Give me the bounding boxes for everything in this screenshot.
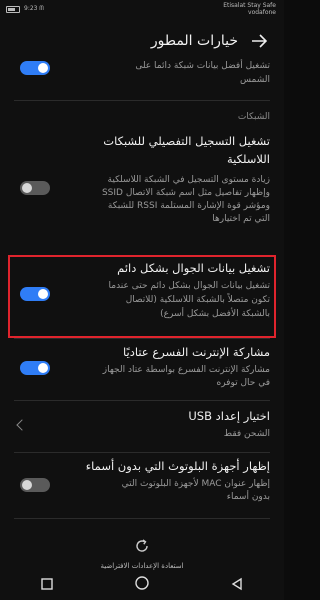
divider [14,100,270,101]
row-top-partial[interactable]: تشغيل أفضل بيانات شبكة دائما على الشمس [0,60,284,100]
status-bar: 9:23 ᗰ Etisalat Stay Safe vodafone [0,0,284,22]
row-top-partial-title-2: الشمس [240,75,270,85]
tethering-title: مشاركة الإنترنت الفسرع عتاديًا [123,345,270,359]
page-header: خيارات المطور [0,22,284,60]
recents-square-icon[interactable] [40,576,54,595]
usb-config-desc: الشحن فقط [223,429,270,439]
restore-defaults-label: استعادة الإعدادات الافتراضية [100,562,184,570]
home-circle-icon[interactable] [134,575,150,595]
wireless-logging-desc-1: زيادة مستوى التسجيل في الشبكة اللاسلكية [107,175,270,185]
tethering-desc-1: مشاركة الإنترنت الفسرع بواسطة عتاد الجها… [102,365,270,375]
mobile-data-desc-3: بالشبكة الأفضل بشكل أسرع) [160,309,270,319]
bluetooth-nameless-toggle[interactable] [20,478,50,492]
wireless-logging-desc-4: التي تم اختيارها [212,214,270,224]
wireless-logging-desc-3: ومؤشر قوة الإشارة المستلمة RSSI للشبكة [107,201,270,211]
restore-defaults-button[interactable]: استعادة الإعدادات الافتراضية [0,528,284,570]
carrier-line-2: vodafone [248,9,276,16]
mobile-data-desc-2: تكون متصلاً بالشبكة اللاسلكية (للاتصال [125,295,270,305]
battery-icon [6,5,20,13]
divider [14,400,270,401]
mobile-data-desc-1: تشغيل بيانات الجوال بشكل دائم حتى عندما [108,281,270,291]
bluetooth-nameless-desc-2: بدون أسماء [226,492,270,502]
bluetooth-nameless-desc-1: إظهار عنوان MAC لأجهزة البلوتوث التي [121,479,270,489]
back-triangle-icon[interactable] [230,576,244,595]
status-time: 9:23 ᗰ [24,5,44,12]
system-navbar [0,570,284,600]
arrow-back-icon[interactable] [248,30,270,52]
mobile-data-toggle[interactable] [20,287,50,301]
mobile-data-title: تشغيل بيانات الجوال بشكل دائم [117,261,270,275]
top-partial-toggle[interactable] [20,61,50,75]
wireless-logging-title-2: اللاسلكية [227,152,270,166]
refresh-icon [136,539,148,552]
carrier-info: Etisalat Stay Safe vodafone [223,2,276,16]
usb-config-title: اختيار إعداد USB [188,409,270,423]
row-wireless-logging[interactable]: تشغيل التسجيل التفصيلي للشبكات اللاسلكية… [0,133,284,251]
row-mobile-data-always[interactable]: تشغيل بيانات الجوال بشكل دائم تشغيل بيان… [0,260,284,336]
row-usb-config[interactable]: اختيار إعداد USB الشحن فقط [0,408,284,448]
tethering-desc-2: في حال توفره [216,378,270,388]
carrier-line-1: Etisalat Stay Safe [223,2,276,9]
wireless-logging-desc-2: وإظهار تفاصيل مثل اسم شبكة الاتصال SSID [101,188,270,198]
section-networks-label: الشبكات [237,112,270,122]
row-bluetooth-nameless[interactable]: إظهار أجهزة البلوتوث التي بدون أسماء إظه… [0,458,284,514]
tethering-toggle[interactable] [20,361,50,375]
page-title: خيارات المطور [150,33,238,49]
status-left: 9:23 ᗰ [6,5,44,13]
wireless-logging-toggle[interactable] [20,181,50,195]
settings-screen: 9:23 ᗰ Etisalat Stay Safe vodafone خيارا… [0,0,284,600]
chevron-left-icon [16,419,28,431]
divider [14,452,270,453]
wireless-logging-title-1: تشغيل التسجيل التفصيلي للشبكات [103,134,270,148]
row-tethering[interactable]: مشاركة الإنترنت الفسرع عتاديًا مشاركة ال… [0,344,284,400]
divider [14,518,270,519]
bluetooth-nameless-title: إظهار أجهزة البلوتوث التي بدون أسماء [85,459,270,473]
divider [14,338,270,339]
